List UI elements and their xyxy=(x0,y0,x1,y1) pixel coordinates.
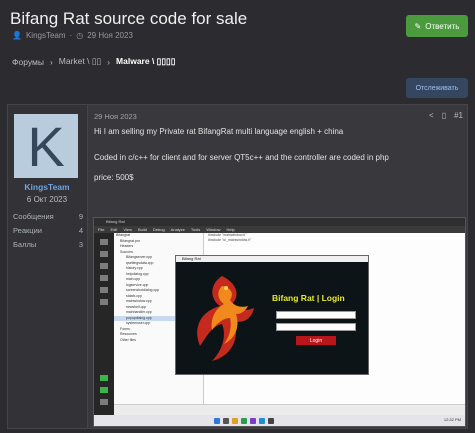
ide-menu-item: Debug xyxy=(152,227,165,232)
post-text-line: Coded in c/c++ for client and for server… xyxy=(94,153,389,162)
post-container: K KingsTeam 6 Окт 2023 Сообщения 9 Реакц… xyxy=(7,104,468,429)
avatar[interactable]: K xyxy=(14,114,78,178)
terminal-icon xyxy=(268,418,274,424)
ide-mode-bar xyxy=(94,233,114,415)
thread-meta: 👤 KingsTeam · ◷ 29 Ноя 2023 xyxy=(12,31,133,40)
thread-header: Bifang Rat source code for sale 👤 KingsT… xyxy=(0,0,475,104)
dialog-titlebar: Bifang Rat xyxy=(176,256,368,262)
chevron-right-icon: › xyxy=(49,56,53,67)
password-input[interactable] xyxy=(276,323,356,331)
login-dialog: Bifang Rat Bifang Rat | Login Login xyxy=(175,255,369,375)
username-link[interactable]: KingsTeam xyxy=(8,182,86,192)
ide-menu-item: File xyxy=(98,227,105,232)
run-icon xyxy=(100,375,108,381)
joined-date: 6 Окт 2023 xyxy=(26,195,68,204)
ide-menu-item: Edit xyxy=(110,227,118,232)
username-input[interactable] xyxy=(276,311,356,319)
stat-messages: Сообщения 9 xyxy=(13,212,83,221)
help-icon xyxy=(100,299,108,305)
dialog-title: Bifang Rat xyxy=(182,256,201,261)
build-icon xyxy=(100,399,108,405)
post-actions: < ▯ #1 xyxy=(429,111,463,120)
qt-icon xyxy=(241,418,247,424)
breadcrumb-forums[interactable]: Форумы xyxy=(12,57,44,67)
login-button[interactable]: Login xyxy=(296,336,336,345)
reply-button[interactable]: ✎ Ответить xyxy=(406,15,468,37)
stat-value: 9 xyxy=(78,212,83,221)
user-panel: K KingsTeam 6 Окт 2023 Сообщения 9 Реакц… xyxy=(8,105,88,428)
post-text-line: Hi I am selling my Private rat BifangRat… xyxy=(94,127,344,136)
reply-label: Ответить xyxy=(425,21,460,31)
user-icon: 👤 xyxy=(12,31,22,40)
chevron-right-icon: › xyxy=(107,56,111,67)
debug-run-icon xyxy=(100,387,108,393)
projects-icon xyxy=(100,287,108,293)
stat-label: Сообщения xyxy=(13,212,54,221)
separator-dot: · xyxy=(69,31,73,40)
thread-author[interactable]: KingsTeam xyxy=(26,31,66,40)
app-icon xyxy=(250,418,256,424)
pencil-icon: ✎ xyxy=(414,21,422,31)
windows-taskbar: 12:32 PM xyxy=(94,415,465,426)
dialog-heading: Bifang Rat | Login xyxy=(272,293,345,303)
ide-menu-item: Window xyxy=(206,227,221,232)
stat-reactions: Реакции 4 xyxy=(13,226,83,235)
stat-value: 4 xyxy=(78,226,83,235)
breadcrumb-malware[interactable]: Malware \ ▯▯▯▯ xyxy=(116,56,175,67)
ide-menubar: File Edit View Build Debug Analyze Tools… xyxy=(94,226,465,233)
thread-title: Bifang Rat source code for sale xyxy=(10,9,248,28)
clock-icon: ◷ xyxy=(76,31,84,40)
ide-menu-item: Build xyxy=(137,227,147,232)
search-icon xyxy=(223,418,229,424)
code-line: #include "ui_mainwindow.h" xyxy=(208,238,252,242)
ide-output-bar: 1 Issues2 Search Results3 Application Ou… xyxy=(114,404,465,419)
stat-label: Баллы xyxy=(13,240,37,249)
breadcrumb: Форумы › Market \ ▯▯ › Malware \ ▯▯▯▯ xyxy=(12,56,175,67)
edit-icon xyxy=(100,251,108,257)
post-date[interactable]: 29 Ноя 2023 xyxy=(94,112,137,121)
ide-menu-item: View xyxy=(123,227,132,232)
stat-label: Реакции xyxy=(13,226,42,235)
taskbar-clock: 12:32 PM xyxy=(443,417,461,422)
windows-start-icon xyxy=(214,418,220,424)
bookmark-icon[interactable]: ▯ xyxy=(442,111,446,120)
post-number[interactable]: #1 xyxy=(454,111,463,120)
phoenix-logo xyxy=(197,276,254,361)
ide-menu-item: Analyze xyxy=(170,227,185,232)
post-content: 29 Ноя 2023 < ▯ #1 Hi I am selling my Pr… xyxy=(92,105,467,428)
ide-menu-item: Tools xyxy=(190,227,201,232)
ide-title-text: Bifang Rat xyxy=(106,219,125,224)
folder-icon xyxy=(232,418,238,424)
post-text-line: price: 500$ xyxy=(94,173,134,182)
share-icon[interactable]: < xyxy=(429,111,434,120)
edge-icon xyxy=(259,418,265,424)
ide-titlebar: Bifang Rat xyxy=(94,218,465,226)
stat-points: Баллы 3 xyxy=(13,240,83,249)
ide-menu-item: Help xyxy=(226,227,235,232)
attached-screenshot[interactable]: Bifang Rat File Edit View Build Debug An… xyxy=(93,217,466,427)
thread-date[interactable]: 29 Ноя 2023 xyxy=(87,31,133,40)
debug-icon xyxy=(100,275,108,281)
breadcrumb-market[interactable]: Market \ ▯▯ xyxy=(59,56,101,67)
follow-button[interactable]: Отслеживать xyxy=(406,78,468,98)
design-icon xyxy=(100,263,108,269)
stat-value: 3 xyxy=(78,240,83,249)
welcome-icon xyxy=(100,239,108,245)
